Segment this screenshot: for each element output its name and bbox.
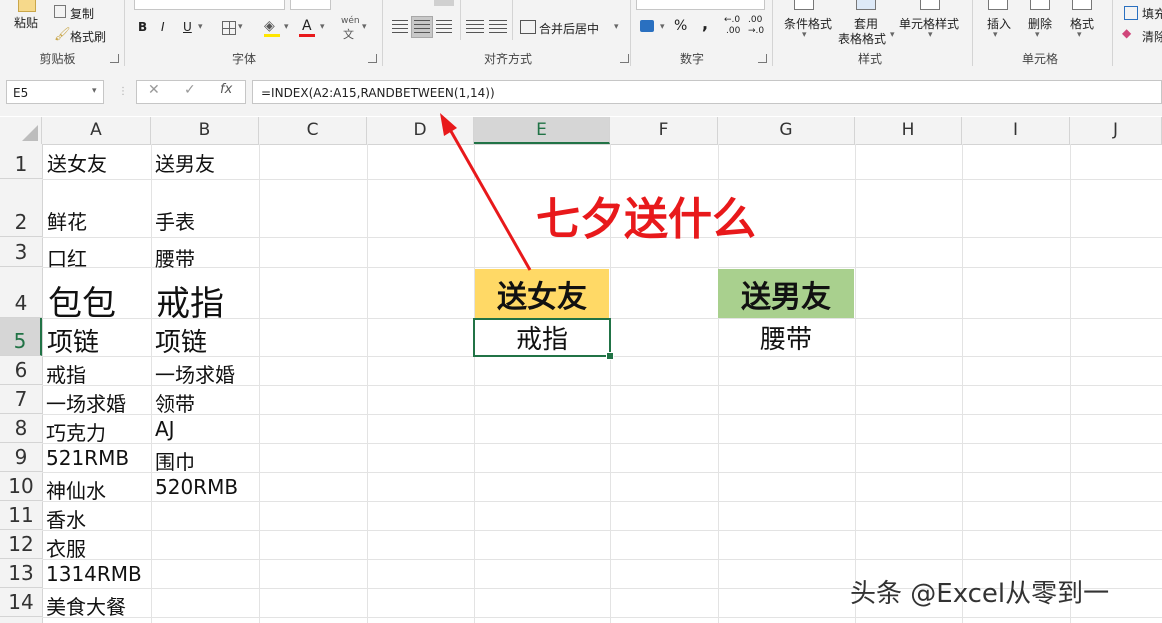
annotation-title: 七夕送什么 [536, 194, 756, 245]
annotation-arrow [440, 113, 532, 271]
watermark: 头条 @Excel从零到一 [850, 579, 1110, 609]
arrow-shaft [446, 125, 532, 271]
arrow-head [440, 113, 457, 136]
